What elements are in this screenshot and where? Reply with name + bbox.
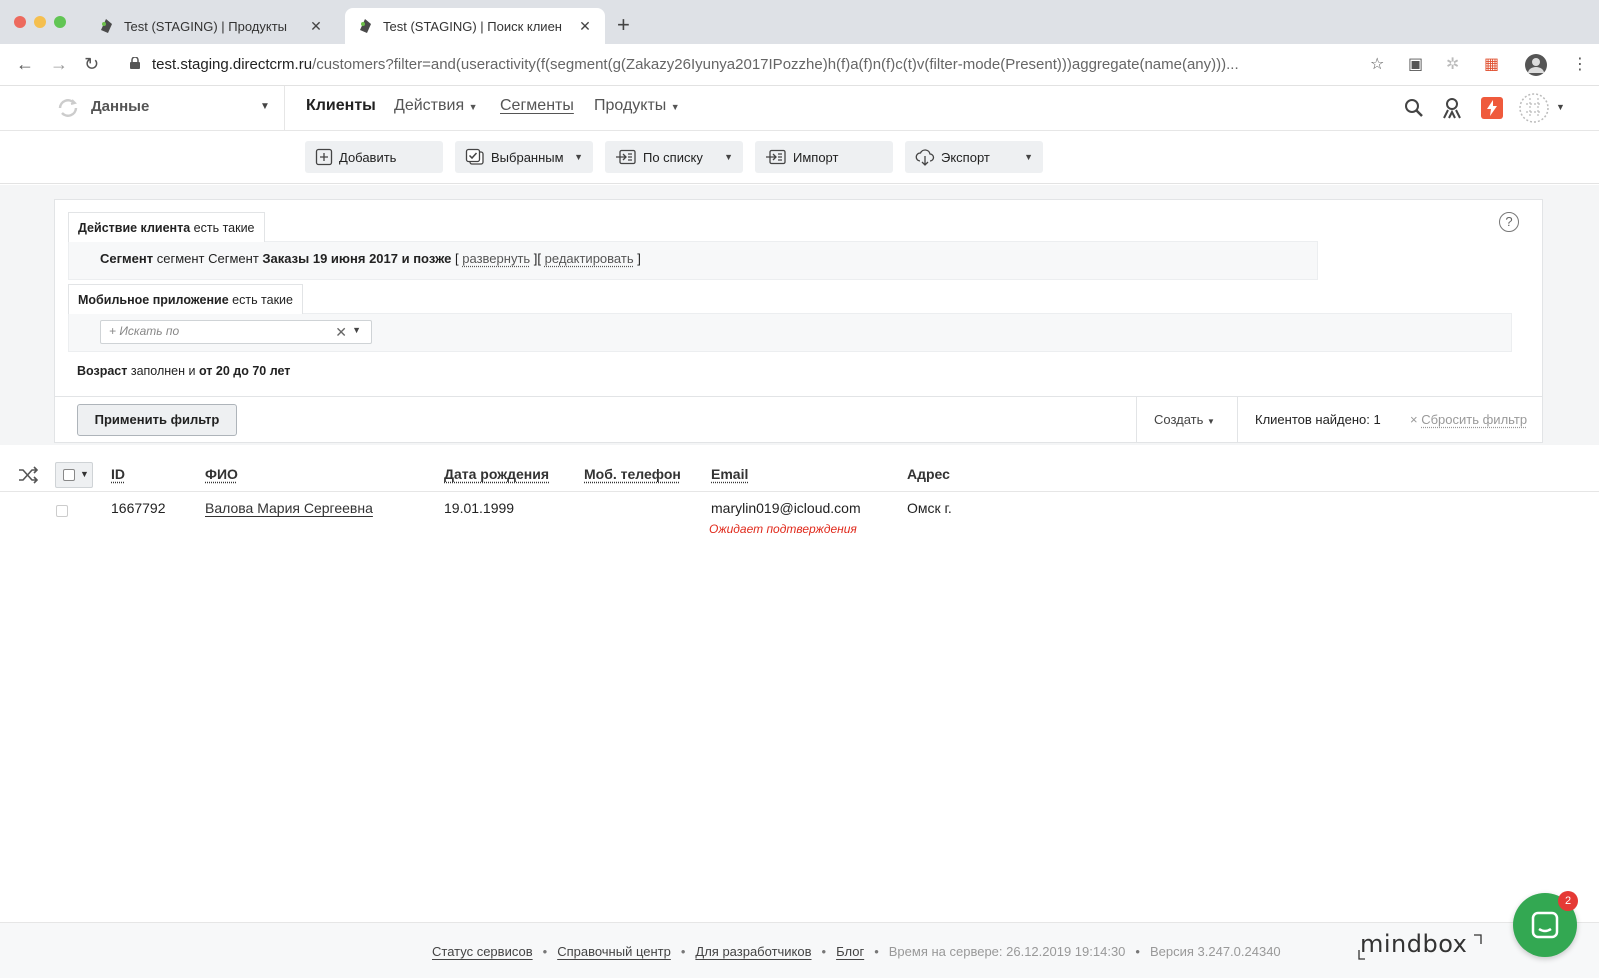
nav-segments[interactable]: Сегменты <box>500 97 574 115</box>
add-button[interactable]: Добавить <box>305 141 443 173</box>
profile-avatar[interactable] <box>1524 53 1548 77</box>
forward-arrow-icon[interactable]: → <box>50 54 68 75</box>
footer-link-developers[interactable]: Для разработчиков <box>695 944 811 959</box>
back-arrow-icon[interactable]: ← <box>16 54 34 75</box>
chevron-down-icon: ▼ <box>1024 152 1033 162</box>
selected-actions-button[interactable]: Выбранным ▼ <box>455 141 593 173</box>
section-selector[interactable]: Данные <box>91 98 149 115</box>
column-header-name[interactable]: ФИО <box>205 466 238 482</box>
list-import-icon <box>616 149 636 165</box>
server-time: Время на сервере: 26.12.2019 19:14:30 <box>888 944 1126 959</box>
nav-actions[interactable]: Действия ▼ <box>394 97 477 115</box>
window-maximize-button[interactable] <box>54 16 66 28</box>
app-header: Данные ▼ Клиенты Действия ▼ Сегменты Про… <box>0 86 1599 131</box>
tab-title: Test (STAGING) | Продукты <box>124 18 287 34</box>
email-status: Ожидает подтверждения <box>709 522 857 536</box>
apps-grid-icon[interactable] <box>1518 92 1550 124</box>
extension-icon[interactable]: ✲ <box>1446 54 1459 74</box>
clients-found-count: Клиентов найдено: 1 <box>1255 412 1381 427</box>
action-toolbar: Добавить Выбранным ▼ По списку ▼ Импорт … <box>0 131 1599 184</box>
footer-link-service-status[interactable]: Статус сервисов <box>432 944 533 959</box>
chevron-down-icon[interactable]: ▼ <box>1556 102 1565 112</box>
mindbox-favicon-icon <box>101 19 112 33</box>
nav-clients[interactable]: Клиенты <box>306 97 376 115</box>
footer-links: Статус сервисов • Справочный центр • Для раз… <box>432 944 1281 959</box>
edit-link[interactable]: редактировать <box>545 251 634 266</box>
cell-email: marylin019@icloud.com <box>711 500 861 516</box>
logo-bracket-icon <box>1474 934 1482 944</box>
divider <box>284 86 285 131</box>
table-header: ▼ ID ФИО Дата рождения Моб. телефон Emai… <box>0 458 1599 492</box>
by-list-button[interactable]: По списку ▼ <box>605 141 743 173</box>
extension-icon[interactable]: ▣ <box>1408 54 1423 74</box>
select-all-checkbox[interactable] <box>63 469 75 481</box>
browser-address-bar: ← → ↻ test.staging.directcrm.ru/customer… <box>0 44 1599 86</box>
search-icon[interactable] <box>1402 96 1426 120</box>
divider <box>1136 397 1137 442</box>
browser-tab-bar: Test (STAGING) | Продукты ✕ Test (STAGIN… <box>0 0 1599 44</box>
segment-condition: Сегмент сегмент Сегмент Заказы 19 июня 2… <box>100 251 641 266</box>
window-minimize-button[interactable] <box>34 16 46 28</box>
row-checkbox[interactable] <box>56 505 68 517</box>
create-dropdown[interactable]: Создать ▼ <box>1154 412 1215 427</box>
mindbox-favicon-icon <box>360 19 371 33</box>
column-header-birth-date[interactable]: Дата рождения <box>444 466 549 482</box>
clear-icon[interactable]: ✕ <box>335 324 347 341</box>
help-icon[interactable]: ? <box>1499 212 1519 232</box>
column-header-address: Адрес <box>907 466 950 482</box>
divider <box>1237 397 1238 442</box>
tab-close-icon[interactable]: ✕ <box>577 18 593 35</box>
url-field[interactable]: test.staging.directcrm.ru/customers?filt… <box>152 56 1352 73</box>
chevron-down-icon[interactable]: ▼ <box>352 325 361 335</box>
select-all-dropdown[interactable]: ▼ <box>55 462 93 488</box>
browser-tab-products[interactable]: Test (STAGING) | Продукты ✕ <box>86 8 336 44</box>
reset-filter-link[interactable]: × Сбросить фильтр <box>1410 412 1527 427</box>
browser-menu-icon[interactable]: ⋮ <box>1572 54 1588 74</box>
expand-link[interactable]: развернуть <box>462 251 530 266</box>
chevron-down-icon: ▼ <box>80 469 89 479</box>
search-by-select[interactable]: + Искать по ✕ ▼ <box>100 320 372 344</box>
action-filter-tab[interactable]: Действие клиента есть такие <box>68 212 265 242</box>
reload-icon[interactable]: ↻ <box>84 54 99 75</box>
data-section-icon <box>58 99 78 117</box>
stack-check-icon <box>465 148 484 165</box>
chat-icon <box>1531 911 1559 939</box>
cell-birth-date: 19.01.1999 <box>444 500 515 516</box>
tab-close-icon[interactable]: ✕ <box>308 18 324 35</box>
footer-link-help-center[interactable]: Справочный центр <box>557 944 671 959</box>
cell-id: 1667792 <box>111 500 166 516</box>
column-header-email[interactable]: Email <box>711 466 748 482</box>
footer-link-blog[interactable]: Блог <box>836 944 864 959</box>
export-button[interactable]: Экспорт ▼ <box>905 141 1043 173</box>
user-support-icon[interactable] <box>1440 96 1464 120</box>
cloud-download-icon <box>915 149 935 166</box>
new-tab-button[interactable]: + <box>617 12 630 38</box>
bookmark-star-icon[interactable]: ☆ <box>1370 54 1384 74</box>
mindbox-logo: mindbox <box>1360 930 1468 958</box>
chevron-down-icon: ▼ <box>724 152 733 162</box>
window-close-button[interactable] <box>14 16 26 28</box>
import-button[interactable]: Импорт <box>755 141 893 173</box>
mobile-app-filter-tab[interactable]: Мобильное приложение есть такие <box>68 284 303 314</box>
tab-title: Test (STAGING) | Поиск клиен <box>383 18 562 34</box>
notifications-bolt-icon[interactable] <box>1480 96 1504 120</box>
apply-filter-button[interactable]: Применить фильтр <box>77 404 237 436</box>
app-version: Версия 3.247.0.24340 <box>1149 944 1281 959</box>
customer-name-link[interactable]: Валова Мария Сергеевна <box>205 500 373 516</box>
import-icon <box>766 149 786 165</box>
lock-icon <box>130 57 140 69</box>
shuffle-icon[interactable] <box>18 466 38 484</box>
plus-square-icon <box>315 148 333 166</box>
logo-bracket-icon <box>1358 950 1365 960</box>
column-header-mobile-phone[interactable]: Моб. телефон <box>584 466 681 482</box>
cell-address: Омск г. <box>907 500 952 516</box>
column-header-id[interactable]: ID <box>111 466 125 482</box>
chevron-down-icon[interactable]: ▼ <box>260 101 270 112</box>
chat-unread-badge: 2 <box>1558 891 1578 911</box>
chevron-down-icon: ▼ <box>574 152 583 162</box>
age-condition: Возраст заполнен и от 20 до 70 лет <box>77 364 291 378</box>
extension-icon[interactable]: ▦ <box>1484 54 1499 74</box>
browser-tab-customers[interactable]: Test (STAGING) | Поиск клиен ✕ <box>345 8 605 44</box>
nav-products[interactable]: Продукты ▼ <box>594 97 680 115</box>
